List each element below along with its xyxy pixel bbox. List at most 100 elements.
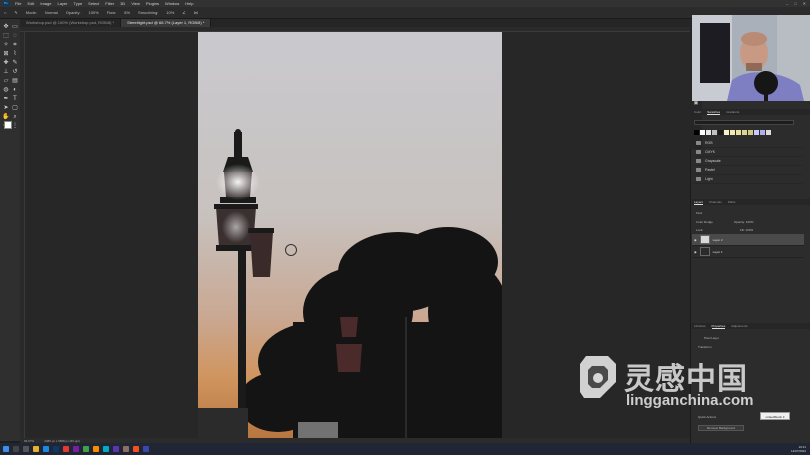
app-blue-icon[interactable] [143,446,149,452]
foreground-color-swatch[interactable] [4,121,12,129]
document-canvas[interactable] [198,32,502,438]
start-icon[interactable] [3,446,9,452]
swatch[interactable] [712,130,717,135]
file-explorer-icon[interactable] [33,446,39,452]
lasso-tool-icon[interactable]: ◌ [11,32,19,40]
photoshop-taskbar-icon[interactable] [53,446,59,452]
app-red-icon[interactable] [63,446,69,452]
list-item[interactable]: RGB [694,139,802,148]
edge-icon[interactable] [43,446,49,452]
layer-row-selected[interactable]: ◉ Layer 2 [692,234,804,246]
eyedropper-tool-icon[interactable]: ⌇ [11,50,19,58]
swatch[interactable] [766,130,771,135]
menu-plugins[interactable]: Plugins [146,1,159,6]
quick-select-tool-icon[interactable]: ✧ [2,41,10,49]
swatch[interactable] [736,130,741,135]
tab-streetlight[interactable]: Streetlight.psd @ 66.7% (Layer 1, RGB/8)… [121,19,212,27]
menu-help[interactable]: Help [185,1,193,6]
swatch[interactable] [748,130,753,135]
app-green-icon[interactable] [83,446,89,452]
history-brush-tool-icon[interactable]: ↺ [11,68,19,76]
maximize-icon[interactable]: □ [794,1,796,6]
menu-select[interactable]: Select [88,1,99,6]
swatch[interactable] [724,130,729,135]
type-tool-icon[interactable]: T [11,95,19,103]
menu-edit[interactable]: Edit [27,1,34,6]
tab-swatches[interactable]: Swatches [707,110,721,115]
swatch[interactable] [706,130,711,135]
blur-tool-icon[interactable]: ◍ [2,86,10,94]
quick-actions-section[interactable]: Quick Actions [698,415,716,419]
mode-select[interactable]: Normal [45,10,58,15]
menu-type[interactable]: Type [74,1,83,6]
edit-toolbar-icon[interactable]: ⋮ [11,122,19,130]
hand-tool-icon[interactable]: ✋ [2,113,10,121]
move-tool-icon[interactable]: ✥ [2,23,10,31]
photoshop-logo-icon[interactable]: Ps [3,1,9,6]
app-brown-icon[interactable] [123,446,129,452]
swatch[interactable] [760,130,765,135]
tab-libraries[interactable]: Libraries [694,324,706,328]
menu-window[interactable]: Window [165,1,179,6]
tab-gradients[interactable]: Gradients [726,110,739,114]
menu-image[interactable]: Image [40,1,51,6]
remove-background-button[interactable]: Remove Background [698,425,744,431]
menu-view[interactable]: View [131,1,140,6]
clone-stamp-tool-icon[interactable]: ⊥ [2,68,10,76]
blend-mode-select[interactable]: Color Dodge [696,220,713,224]
symmetry-icon[interactable]: ⋈ [194,10,198,15]
zoom-level[interactable]: 66.67% [24,439,34,443]
transform-section[interactable]: Transform [698,345,712,349]
menu-file[interactable]: File [15,1,21,6]
swatch[interactable] [700,130,705,135]
tab-channels[interactable]: Channels [709,200,722,204]
list-item[interactable]: Light [694,175,802,184]
tab-adjustments[interactable]: Adjustments [731,324,748,328]
swatch-search-input[interactable] [694,120,794,125]
app-orange-icon[interactable] [93,446,99,452]
app-cyan-icon[interactable] [103,446,109,452]
smoothing-field[interactable]: 10% [166,10,174,15]
visibility-eye-icon[interactable]: ◉ [694,238,697,242]
artboard-tool-icon[interactable]: ▭ [11,23,19,31]
app-purple-icon[interactable] [73,446,79,452]
menu-3d[interactable]: 3D [120,1,125,6]
brush-preset-icon[interactable]: ✎ [14,10,17,15]
healing-tool-icon[interactable]: ✚ [2,59,10,67]
document-info[interactable]: 2480 px x 3508 px (96 ppi) [44,439,80,443]
layer-opacity-field[interactable]: Opacity: 100% [734,220,754,224]
menu-layer[interactable]: Layer [57,1,67,6]
list-item[interactable]: Grayscale [694,157,802,166]
opacity-field[interactable]: 100% [88,10,98,15]
swatch[interactable] [742,130,747,135]
tab-color[interactable]: Color [694,110,701,114]
eraser-tool-icon[interactable]: ▱ [2,77,10,85]
system-clock[interactable]: 10:21 14/07/2022 [791,445,810,453]
tab-paths[interactable]: Paths [728,200,736,204]
menu-filter[interactable]: Filter [105,1,114,6]
tab-properties[interactable]: Properties [711,324,726,329]
frame-tool-icon[interactable]: ⊠ [2,50,10,58]
swatch[interactable] [730,130,735,135]
close-icon[interactable]: ✕ [803,1,806,6]
list-item[interactable]: CMYK [694,148,802,157]
path-select-tool-icon[interactable]: ➤ [2,104,10,112]
task-view-icon[interactable] [23,446,29,452]
app-indigo-icon[interactable] [113,446,119,452]
minimize-icon[interactable]: – [786,1,788,6]
zoom-tool-icon[interactable]: ⌕ [11,113,19,121]
pen-tool-icon[interactable]: ✒ [2,95,10,103]
search-icon[interactable] [13,446,19,452]
layer-fill-field[interactable]: Fill: 100% [740,228,753,232]
crop-tool-icon[interactable]: ⌗ [11,41,19,49]
tab-layers[interactable]: Layers [694,200,704,205]
list-item[interactable]: Pastel [694,166,802,175]
tab-workshop[interactable]: Workshop.psd @ 100% (Workshop.psd, RGB/8… [20,19,122,27]
swatch[interactable] [718,130,723,135]
brush-tool-icon[interactable]: ✎ [11,59,19,67]
flow-field[interactable]: 8% [124,10,130,15]
gradient-tool-icon[interactable]: ▤ [11,77,19,85]
marquee-tool-icon[interactable]: ⬚ [2,32,10,40]
swatch[interactable] [754,130,759,135]
swatch[interactable] [694,130,699,135]
